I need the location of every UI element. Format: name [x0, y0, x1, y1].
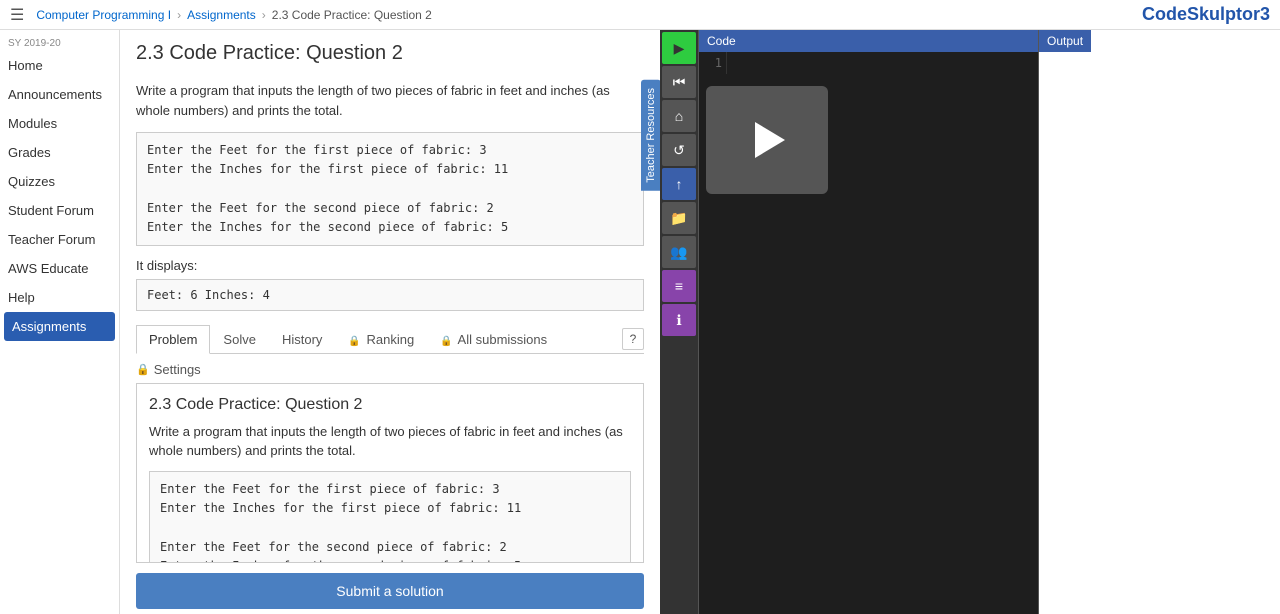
- top-bar: ☰ Computer Programming I › Assignments ›…: [0, 0, 1280, 30]
- files-button[interactable]: 📁: [662, 202, 696, 234]
- breadcrumb-sep-2: ›: [262, 8, 266, 22]
- sidebar-item-aws-educate[interactable]: AWS Educate: [0, 254, 119, 283]
- sidebar-item-announcements[interactable]: Announcements: [0, 80, 119, 109]
- home-button[interactable]: ⌂: [662, 100, 696, 132]
- settings-lock-icon: 🔒: [136, 363, 150, 376]
- menu-button[interactable]: ≡: [662, 270, 696, 302]
- school-year: SY 2019-20: [0, 34, 119, 51]
- sidebar-item-assignments[interactable]: Assignments: [4, 312, 115, 341]
- run-button[interactable]: ▶: [662, 32, 696, 64]
- share-button[interactable]: 👥: [662, 236, 696, 268]
- main-layout: SY 2019-20 Home Announcements Modules Gr…: [0, 30, 1280, 614]
- sidebar-item-modules[interactable]: Modules: [0, 109, 119, 138]
- cs-toolbar: ▶ ⏮ ⌂ ↺ ↑ 📁 👥 ≡ ℹ: [660, 30, 698, 614]
- problem-tabs: Problem Solve History 🔒 Ranking 🔒 All su…: [136, 325, 644, 354]
- sidebar-item-home[interactable]: Home: [0, 51, 119, 80]
- page-title: 2.3 Code Practice: Question 2: [136, 42, 644, 65]
- video-overlay[interactable]: [706, 86, 828, 194]
- settings-label: Settings: [154, 362, 201, 377]
- tab-problem[interactable]: Problem: [136, 325, 210, 354]
- line-numbers: 1: [699, 52, 727, 74]
- settings-link[interactable]: 🔒 Settings: [136, 354, 644, 383]
- play-button-icon: [755, 122, 785, 158]
- breadcrumb-current: 2.3 Code Practice: Question 2: [272, 8, 432, 22]
- lock-icon-submissions: 🔒: [440, 336, 452, 347]
- info-button[interactable]: ℹ: [662, 304, 696, 336]
- output-panel: Output: [1038, 30, 1091, 614]
- breadcrumb-sep-1: ›: [177, 8, 181, 22]
- codeskulptor-panel: ▶ ⏮ ⌂ ↺ ↑ 📁 👥 ≡ ℹ Code 1 Output: [660, 30, 1091, 614]
- displays-output: Feet: 6 Inches: 4: [136, 279, 644, 311]
- hamburger-menu[interactable]: ☰: [10, 5, 24, 25]
- problem-panel[interactable]: 2.3 Code Practice: Question 2 Write a pr…: [136, 383, 644, 563]
- main-content: Teacher Resources 2.3 Code Practice: Que…: [120, 30, 660, 614]
- sidebar-item-grades[interactable]: Grades: [0, 138, 119, 167]
- upload-button[interactable]: ↑: [662, 168, 696, 200]
- codeskulptor-title: CodeSkulptor3: [1142, 4, 1270, 25]
- output-area: [1039, 52, 1091, 614]
- tab-solve[interactable]: Solve: [210, 325, 269, 353]
- displays-label: It displays:: [136, 258, 644, 273]
- reload-button[interactable]: ↺: [662, 134, 696, 166]
- tab-all-submissions[interactable]: 🔒 All submissions: [427, 325, 560, 353]
- problem-panel-sample: Enter the Feet for the first piece of fa…: [149, 471, 631, 563]
- problem-panel-title: 2.3 Code Practice: Question 2: [149, 396, 631, 414]
- sample-input-display: Enter the Feet for the first piece of fa…: [136, 132, 644, 246]
- sidebar-item-help[interactable]: Help: [0, 283, 119, 312]
- teacher-resources-tab[interactable]: Teacher Resources: [641, 80, 660, 191]
- sidebar-item-teacher-forum[interactable]: Teacher Forum: [0, 225, 119, 254]
- problem-description: Write a program that inputs the length o…: [136, 81, 644, 120]
- submit-button[interactable]: Submit a solution: [136, 573, 644, 609]
- tab-question-mark[interactable]: ?: [622, 328, 644, 350]
- sidebar-item-quizzes[interactable]: Quizzes: [0, 167, 119, 196]
- output-panel-header: Output: [1039, 30, 1091, 52]
- sidebar: SY 2019-20 Home Announcements Modules Gr…: [0, 30, 120, 614]
- lock-icon-ranking: 🔒: [348, 336, 360, 347]
- breadcrumb-assignments[interactable]: Assignments: [187, 8, 256, 22]
- problem-panel-desc: Write a program that inputs the length o…: [149, 422, 631, 461]
- reset-button[interactable]: ⏮: [662, 66, 696, 98]
- tab-history[interactable]: History: [269, 325, 335, 353]
- sidebar-item-student-forum[interactable]: Student Forum: [0, 196, 119, 225]
- tab-ranking[interactable]: 🔒 Ranking: [335, 325, 427, 353]
- content-area: Teacher Resources 2.3 Code Practice: Que…: [120, 30, 1280, 614]
- breadcrumb-course[interactable]: Computer Programming I: [36, 8, 171, 22]
- code-content[interactable]: [731, 56, 1038, 64]
- code-panel-header: Code: [699, 30, 1038, 52]
